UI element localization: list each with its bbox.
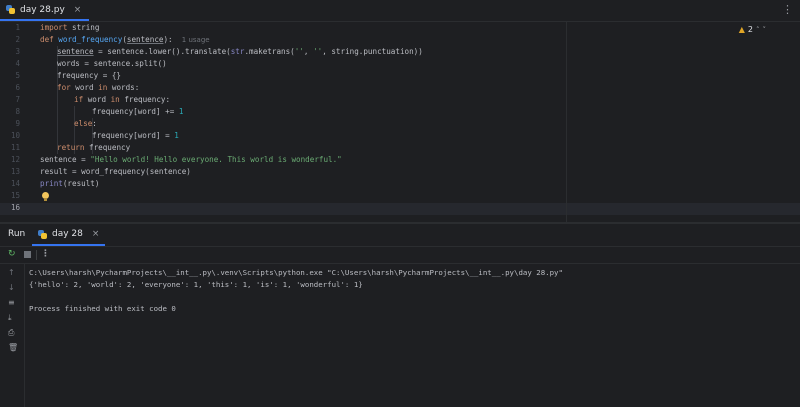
code-line: else: <box>74 119 97 128</box>
more-options-icon[interactable]: ⋮ <box>782 3 793 16</box>
line-number: 3 <box>15 47 20 56</box>
run-tool-window-header: Run day 28 × <box>0 224 800 247</box>
usage-hint: 1 usage <box>181 36 210 44</box>
code-line: result = word_frequency(sentence) <box>40 167 191 176</box>
line-number: 4 <box>15 59 20 68</box>
chevron-up-icon[interactable]: ˄ <box>756 26 760 34</box>
toolbar-separator <box>36 250 37 260</box>
line-number: 1 <box>15 23 20 32</box>
run-more-options-icon[interactable]: ⋮ <box>41 249 50 259</box>
console-line: {'hello': 2, 'world': 2, 'everyone': 1, … <box>29 280 363 289</box>
line-number: 2 <box>15 35 20 44</box>
stop-icon[interactable] <box>24 251 31 258</box>
line-number: 8 <box>15 107 20 116</box>
trash-icon[interactable]: 🗑 <box>8 343 18 352</box>
line-number: 9 <box>15 119 20 128</box>
line-number-gutter[interactable]: 1 2 3 4 5 6 7 8 9 10 11 12 13 14 15 16 <box>0 22 30 222</box>
rerun-icon[interactable]: ↻ <box>8 249 16 259</box>
print-icon[interactable]: ⎙ <box>8 328 14 338</box>
editor-tab-label: day 28.py <box>20 4 65 15</box>
editor-tab-day28[interactable]: day 28.py × <box>0 0 90 21</box>
code-line: return frequency <box>57 143 131 152</box>
editor-tab-bar: day 28.py × ⋮ <box>0 0 800 22</box>
line-number: 7 <box>15 95 20 104</box>
run-tab-label: day 28 <box>52 229 83 239</box>
run-config-tab[interactable]: day 28 × <box>32 224 106 246</box>
run-panel-title: Run <box>8 229 26 239</box>
line-number: 15 <box>10 191 20 200</box>
code-line: import string <box>40 23 100 32</box>
line-number: 13 <box>10 167 20 176</box>
line-number-current: 16 <box>10 203 20 212</box>
line-number: 12 <box>10 155 20 164</box>
code-line: frequency[word] = 1 <box>92 131 179 140</box>
line-number: 6 <box>15 83 20 92</box>
run-console-output[interactable]: C:\Users\harsh\PycharmProjects\__int__.p… <box>29 267 792 315</box>
console-line: C:\Users\harsh\PycharmProjects\__int__.p… <box>29 268 563 277</box>
soft-wrap-icon[interactable]: ≡ <box>8 298 15 307</box>
lightbulb-icon[interactable] <box>42 192 49 201</box>
inspection-widget[interactable]: ▲ 2 ˄ ˅ <box>739 25 766 34</box>
close-tab-icon[interactable]: × <box>74 5 82 15</box>
line-number: 14 <box>10 179 20 188</box>
code-line: words = sentence.split() <box>57 59 167 68</box>
code-line: frequency[word] += 1 <box>92 107 184 116</box>
code-line: sentence = "Hello world! Hello everyone.… <box>40 155 342 164</box>
code-line: sentence = sentence.lower().translate(st… <box>57 47 423 56</box>
code-line: frequency = {} <box>57 71 122 80</box>
chevron-down-icon[interactable]: ˅ <box>763 26 767 34</box>
line-number: 5 <box>15 71 20 80</box>
warning-triangle-icon: ▲ <box>738 25 745 34</box>
code-line: print(result) <box>40 179 100 188</box>
console-line: Process finished with exit code 0 <box>29 304 176 313</box>
code-area[interactable]: import string def word_frequency(sentenc… <box>40 22 800 222</box>
python-file-icon <box>6 5 15 14</box>
run-side-toolbar: ↑ ↓ ≡ ⤓ ⎙ 🗑 <box>0 264 25 407</box>
run-toolbar: ↻ ⋮ <box>0 247 800 264</box>
close-run-tab-icon[interactable]: × <box>92 229 100 239</box>
code-line: if word in frequency: <box>74 95 171 104</box>
scroll-to-end-icon[interactable]: ⤓ <box>8 313 12 323</box>
up-arrow-icon[interactable]: ↑ <box>8 268 15 277</box>
down-arrow-icon[interactable]: ↓ <box>8 283 15 292</box>
code-line: def word_frequency(sentence): 1 usage <box>40 35 210 44</box>
line-number: 11 <box>10 143 20 152</box>
warning-count: 2 <box>747 25 753 34</box>
python-run-icon <box>38 229 47 239</box>
line-number: 10 <box>10 131 20 140</box>
code-editor[interactable]: 1 2 3 4 5 6 7 8 9 10 11 12 13 14 15 16 i… <box>0 22 800 222</box>
code-line: for word in words: <box>57 83 140 92</box>
